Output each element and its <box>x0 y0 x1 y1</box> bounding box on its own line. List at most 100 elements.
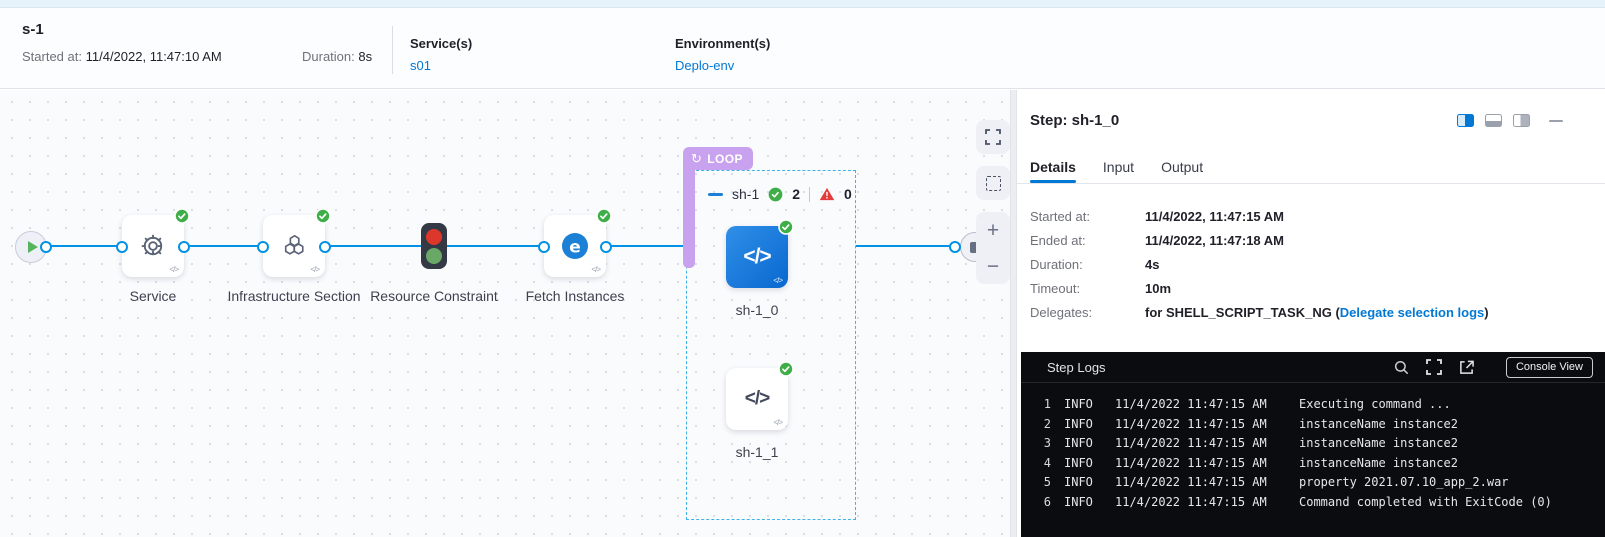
success-badge <box>596 208 612 224</box>
detail-label: Started at: <box>1030 209 1145 224</box>
step-details-panel: Step: sh-1_0 Details Input Output Starte… <box>1017 90 1605 537</box>
zoom-out-button[interactable]: − <box>987 256 999 277</box>
log-message: property 2021.07.10_app_2.war <box>1299 473 1509 493</box>
detail-value: 11/4/2022, 11:47:18 AM <box>1145 233 1284 248</box>
play-icon <box>28 241 38 253</box>
connector-line <box>856 245 954 247</box>
node-service[interactable]: </> <box>122 215 184 277</box>
template-code-mark: </> <box>169 265 178 274</box>
detail-value: 4s <box>1145 257 1159 272</box>
connector-dot <box>116 241 128 253</box>
detail-row: Duration: 4s <box>1030 252 1489 276</box>
log-line-number: 6 <box>1037 493 1051 513</box>
connector-dot <box>600 241 612 253</box>
collapse-icon[interactable] <box>708 193 723 196</box>
log-line: 6INFO11/4/2022 11:47:15 AMCommand comple… <box>1037 493 1605 513</box>
panel-title: Step: sh-1_0 <box>1030 112 1119 129</box>
log-message: instanceName instance2 <box>1299 434 1458 454</box>
execution-header: s-1 Started at: 11/4/2022, 11:47:10 AM D… <box>0 8 1605 89</box>
marquee-select-icon <box>986 176 1001 191</box>
success-count: 2 <box>792 186 800 202</box>
zoom-controls: + − <box>976 212 1010 284</box>
log-line: 1INFO11/4/2022 11:47:15 AMExecuting comm… <box>1037 395 1605 415</box>
duration: Duration: 8s <box>302 49 372 64</box>
connector-line <box>444 245 544 247</box>
log-line-number: 1 <box>1037 395 1051 415</box>
pipeline-name: s-1 <box>22 21 44 38</box>
success-count-icon <box>768 187 783 202</box>
detail-value: 10m <box>1145 281 1171 296</box>
log-lines[interactable]: 1 INFO 11/4/2022 11:47:15 AM Executing comm… <box>1021 383 1605 513</box>
group-name: sh-1 <box>732 186 759 202</box>
loop-badge[interactable]: ↻ LOOP <box>683 147 753 170</box>
layout-dock-bottom-icon[interactable] <box>1485 114 1502 127</box>
services-label: Service(s) <box>410 36 472 51</box>
detail-label: Timeout: <box>1030 281 1145 296</box>
log-level: INFO <box>1064 454 1100 474</box>
connector-line <box>606 245 688 247</box>
node-sh-1-1[interactable]: </> </> <box>726 368 788 430</box>
node-fetch-instances[interactable]: e </> <box>544 215 606 277</box>
template-code-mark: </> <box>773 276 782 285</box>
service-link[interactable]: s01 <box>410 58 472 73</box>
traffic-light-red <box>426 229 442 245</box>
open-in-new-icon[interactable] <box>1459 360 1474 375</box>
main-area: </> Service </> Infrastructure Section <box>0 90 1605 537</box>
tab-details[interactable]: Details <box>1030 159 1076 175</box>
template-code-mark: </> <box>591 265 600 274</box>
started-at-label: Started at: <box>22 49 82 64</box>
count-divider <box>809 187 810 202</box>
node-label: Resource Constraint <box>364 286 504 307</box>
minimize-panel-icon[interactable] <box>1549 120 1563 122</box>
step-details: Started at: 11/4/2022, 11:47:15 AM Ended… <box>1030 204 1489 324</box>
services-column: Service(s) s01 <box>410 36 472 73</box>
log-timestamp: 11/4/2022 11:47:15 AM <box>1115 434 1275 454</box>
delegates-prefix: for SHELL_SCRIPT_TASK_NG ( <box>1145 305 1340 320</box>
delegates-suffix: ) <box>1484 305 1488 320</box>
tab-output[interactable]: Output <box>1161 159 1203 175</box>
node-infrastructure-section[interactable]: </> <box>263 215 325 277</box>
panel-resize-handle[interactable] <box>1010 90 1017 537</box>
tab-input[interactable]: Input <box>1103 159 1134 175</box>
detail-row: Ended at: 11/4/2022, 11:47:18 AM <box>1030 228 1489 252</box>
node-label: Infrastructure Section <box>224 286 364 307</box>
code-icon: </> <box>745 388 769 410</box>
tabs-divider <box>1017 183 1605 184</box>
gear-icon <box>138 231 168 261</box>
template-code-mark: </> <box>310 265 319 274</box>
fit-to-screen-button[interactable] <box>976 120 1010 154</box>
connector-dot <box>257 241 269 253</box>
search-icon[interactable] <box>1394 360 1409 375</box>
detail-label: Ended at: <box>1030 233 1145 248</box>
environments-column: Environment(s) Deplo-env <box>675 36 770 73</box>
hexagons-icon <box>280 232 308 260</box>
select-mode-button[interactable] <box>976 166 1010 200</box>
log-timestamp: 11/4/2022 11:47:15 AM <box>1115 493 1275 513</box>
log-timestamp: 11/4/2022 11:47:15 AM <box>1115 473 1275 493</box>
delegate-selection-logs-link[interactable]: Delegate selection logs <box>1340 305 1485 320</box>
node-resource-constraint[interactable] <box>421 223 447 269</box>
node-sh-1-0[interactable]: </> </> <box>726 226 788 288</box>
log-message: Executing command ... <box>1299 395 1451 415</box>
pipeline-canvas[interactable]: </> Service </> Infrastructure Section <box>0 90 1010 537</box>
step-logs-panel: Step Logs Console View <box>1021 352 1605 537</box>
success-badge <box>315 208 331 224</box>
expand-logs-icon[interactable] <box>1426 359 1442 375</box>
zoom-in-button[interactable]: + <box>987 220 999 241</box>
log-message: instanceName instance2 <box>1299 415 1458 435</box>
log-line-number: 3 <box>1037 434 1051 454</box>
log-line: 4INFO11/4/2022 11:47:15 AMinstanceName i… <box>1037 454 1605 474</box>
step-logs-title: Step Logs <box>1047 360 1394 375</box>
environment-link[interactable]: Deplo-env <box>675 58 770 73</box>
console-view-button[interactable]: Console View <box>1506 357 1593 378</box>
loop-group-box <box>686 170 856 520</box>
log-line: 2INFO11/4/2022 11:47:15 AMinstanceName i… <box>1037 415 1605 435</box>
code-icon: </> <box>743 245 770 269</box>
success-badge <box>174 208 190 224</box>
connector-line <box>325 245 424 247</box>
environments-label: Environment(s) <box>675 36 770 51</box>
detail-value: 11/4/2022, 11:47:15 AM <box>1145 209 1284 224</box>
layout-dock-right-icon[interactable] <box>1513 114 1530 127</box>
log-timestamp: 11/4/2022 11:47:15 AM <box>1115 395 1275 415</box>
layout-split-right-icon[interactable] <box>1457 114 1474 127</box>
